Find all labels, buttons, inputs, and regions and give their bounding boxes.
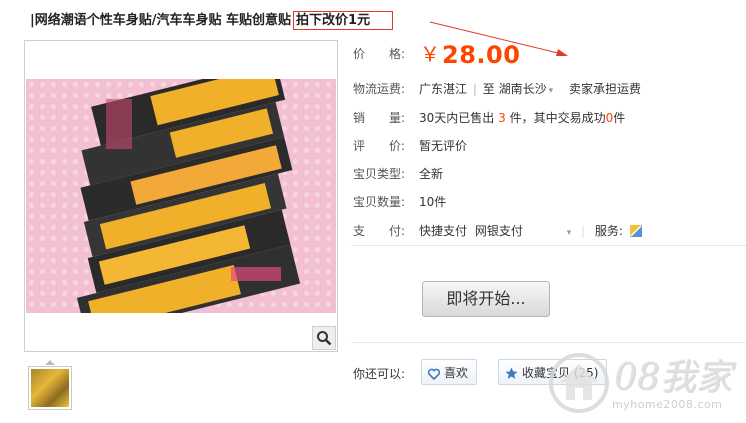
thumbnail-pointer <box>45 360 55 365</box>
quantity-row: 宝贝数量: 10件 <box>353 193 446 210</box>
payment-dropdown-icon[interactable]: ▾ <box>567 228 572 238</box>
item-type-row: 宝贝类型: 全新 <box>353 165 443 182</box>
star-icon <box>505 367 518 379</box>
sales-row: 销 量: 30天内已售出 3 件，其中交易成功0件 <box>353 109 625 126</box>
currency-symbol: ￥ <box>420 42 440 66</box>
coming-soon-button[interactable]: 即将开始... <box>422 281 550 317</box>
price-value: ￥28.00 <box>420 38 520 69</box>
site-watermark: 08我家 myhome2008.com <box>548 348 746 423</box>
rating-value: 暂无评价 <box>419 139 468 153</box>
shipping-from: 广东湛江 <box>419 82 468 96</box>
magnifier-icon <box>317 331 332 346</box>
payment-label: 支 付: <box>353 224 406 238</box>
item-type-value: 全新 <box>419 167 444 181</box>
rating-label: 评 价: <box>353 139 406 153</box>
sales-text-c: 件 <box>613 111 626 125</box>
like-button[interactable]: 喜欢 <box>421 359 478 385</box>
product-thumbnail[interactable] <box>28 366 72 410</box>
heart-icon <box>427 368 441 381</box>
quantity-label: 宝贝数量: <box>353 195 406 209</box>
service-guarantee-icon[interactable] <box>629 225 642 237</box>
shipping-separator: | <box>472 82 477 96</box>
sales-sold-count: 3 <box>498 111 506 125</box>
you-can-label: 你还可以: <box>353 367 406 381</box>
quantity-value: 10件 <box>419 195 447 209</box>
watermark-url: myhome2008.com <box>612 398 723 411</box>
shipping-row: 物流运费: 广东湛江 | 至 湖南长沙 ▾ 卖家承担运费 <box>353 80 641 97</box>
price-number: 28.00 <box>442 41 521 69</box>
section-divider <box>351 245 746 246</box>
main-image-frame[interactable] <box>24 40 338 352</box>
payment-divider: | <box>581 224 586 238</box>
shipping-destination[interactable]: 湖南长沙 <box>499 82 547 96</box>
price-label: 价 格: <box>353 47 406 61</box>
house-logo-icon <box>549 353 609 413</box>
price-row: 价 格: <box>353 45 419 62</box>
item-type-label: 宝贝类型: <box>353 167 406 181</box>
sales-text-b: 件，其中交易成功 <box>509 111 606 125</box>
watermark-text: 08我家 <box>614 357 732 398</box>
sales-label: 销 量: <box>353 111 406 125</box>
shipping-label: 物流运费: <box>353 82 406 96</box>
like-label: 喜欢 <box>444 366 469 380</box>
actions-divider <box>351 342 746 343</box>
payment-method-quick[interactable]: 快捷支付 <box>419 224 467 238</box>
thumbnail-image <box>31 369 69 407</box>
shipping-to-prefix: 至 <box>482 82 495 96</box>
payment-method-bank[interactable]: 网银支付 <box>475 224 523 238</box>
product-photo <box>26 79 336 313</box>
sales-text-a: 30天内已售出 <box>419 111 495 125</box>
zoom-button[interactable] <box>312 326 336 350</box>
service-label: 服务: <box>594 224 623 238</box>
payment-row: 支 付: 快捷支付 网银支付 ▾ | 服务: <box>353 222 642 239</box>
shipping-note: 卖家承担运费 <box>568 82 641 96</box>
rating-row: 评 价: 暂无评价 <box>353 137 467 154</box>
chevron-down-icon[interactable]: ▾ <box>549 86 554 96</box>
